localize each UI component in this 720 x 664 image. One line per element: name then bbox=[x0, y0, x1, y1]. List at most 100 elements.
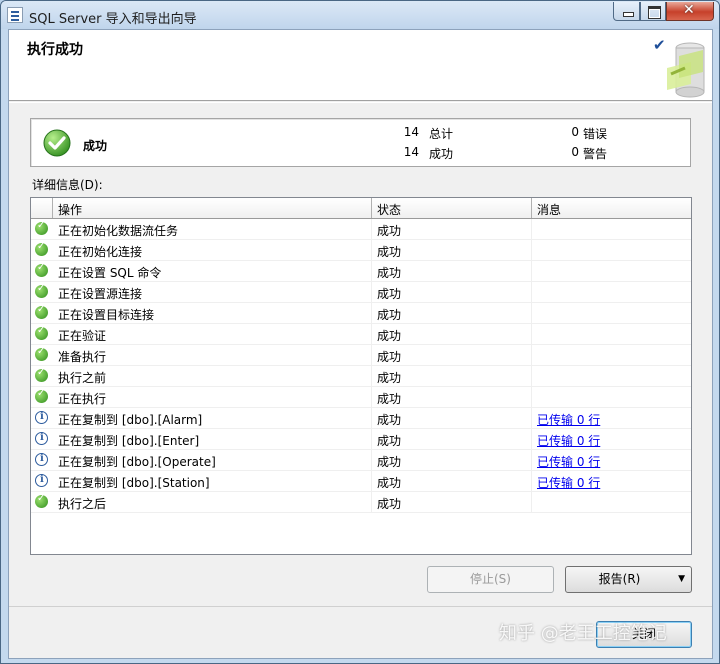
row-status: 成功 bbox=[372, 282, 532, 302]
table-row[interactable]: 正在执行成功 bbox=[31, 387, 691, 408]
row-message-cell bbox=[532, 261, 691, 281]
table-row[interactable]: 正在复制到 [dbo].[Operate]成功已传输 0 行 bbox=[31, 450, 691, 471]
maximize-button[interactable] bbox=[640, 2, 666, 21]
total-label: 总计 bbox=[429, 127, 454, 141]
row-action: 执行之后 bbox=[53, 492, 372, 512]
row-action: 准备执行 bbox=[53, 345, 372, 365]
row-action: 正在复制到 [dbo].[Alarm] bbox=[53, 408, 372, 428]
column-header-action[interactable]: 操作 bbox=[53, 198, 372, 218]
table-row[interactable]: 正在复制到 [dbo].[Alarm]成功已传输 0 行 bbox=[31, 408, 691, 429]
row-icon-cell bbox=[31, 282, 53, 302]
row-icon-cell bbox=[31, 429, 53, 449]
table-row[interactable]: 执行之后成功 bbox=[31, 492, 691, 513]
row-action: 正在设置 SQL 命令 bbox=[53, 261, 372, 281]
row-message-cell bbox=[532, 282, 691, 302]
close-window-button[interactable] bbox=[666, 2, 714, 21]
row-action: 正在复制到 [dbo].[Station] bbox=[53, 471, 372, 491]
footer-separator bbox=[9, 606, 712, 607]
title-bar[interactable]: SQL Server 导入和导出向导 bbox=[1, 1, 719, 29]
row-status: 成功 bbox=[372, 492, 532, 512]
row-icon-cell bbox=[31, 366, 53, 386]
row-icon-cell bbox=[31, 345, 53, 365]
page-title: 执行成功 bbox=[27, 42, 83, 58]
column-header-status[interactable]: 状态 bbox=[372, 198, 532, 218]
row-message-cell bbox=[532, 303, 691, 323]
row-status: 成功 bbox=[372, 408, 532, 428]
window-title: SQL Server 导入和导出向导 bbox=[29, 12, 197, 27]
table-row[interactable]: 正在设置目标连接成功 bbox=[31, 303, 691, 324]
row-icon-cell bbox=[31, 219, 53, 239]
stop-button[interactable]: 停止(S) bbox=[427, 566, 554, 593]
row-status: 成功 bbox=[372, 240, 532, 260]
error-label: 错误 bbox=[583, 127, 608, 141]
table-row[interactable]: 正在初始化连接成功 bbox=[31, 240, 691, 261]
warning-label: 警告 bbox=[583, 147, 608, 161]
row-message-cell: 已传输 0 行 bbox=[532, 471, 691, 491]
success-icon bbox=[35, 262, 48, 277]
row-icon-cell bbox=[31, 408, 53, 428]
success-icon bbox=[35, 283, 48, 298]
success-icon bbox=[35, 493, 48, 508]
stop-button-label: 停止(S) bbox=[470, 572, 511, 586]
row-action: 正在执行 bbox=[53, 387, 372, 407]
table-row[interactable]: 正在设置 SQL 命令成功 bbox=[31, 261, 691, 282]
success-icon bbox=[35, 241, 48, 256]
row-message-cell bbox=[532, 240, 691, 260]
row-action: 正在设置源连接 bbox=[53, 282, 372, 302]
table-row[interactable]: 正在复制到 [dbo].[Station]成功已传输 0 行 bbox=[31, 471, 691, 492]
row-icon-cell bbox=[31, 387, 53, 407]
success-check-icon bbox=[43, 129, 71, 157]
table-row[interactable]: 正在验证成功 bbox=[31, 324, 691, 345]
app-icon bbox=[7, 7, 23, 23]
wizard-logo-icon bbox=[667, 42, 705, 98]
table-row[interactable]: 正在初始化数据流任务成功 bbox=[31, 219, 691, 240]
info-icon bbox=[35, 453, 48, 466]
check-mark-icon: ✔ bbox=[653, 36, 666, 54]
summary-panel: 成功 14 总计 14 成功 0 错误 0 警告 bbox=[30, 118, 691, 167]
watermark: 知乎 @老王工控笔记 bbox=[499, 623, 667, 644]
wizard-window: SQL Server 导入和导出向导 执行成功 ✔ bbox=[0, 0, 720, 664]
column-header-message[interactable]: 消息 bbox=[532, 198, 691, 218]
info-icon bbox=[35, 432, 48, 445]
row-icon-cell bbox=[31, 303, 53, 323]
row-status: 成功 bbox=[372, 387, 532, 407]
report-button-label: 报告(R) bbox=[598, 572, 641, 586]
success-icon bbox=[35, 388, 48, 403]
row-message-cell bbox=[532, 219, 691, 239]
row-message-link[interactable]: 已传输 0 行 bbox=[537, 434, 600, 448]
minimize-button[interactable] bbox=[613, 2, 640, 21]
success-icon bbox=[35, 367, 48, 382]
row-message-cell bbox=[532, 366, 691, 386]
row-message-cell bbox=[532, 324, 691, 344]
success-icon bbox=[35, 325, 48, 340]
row-message-link[interactable]: 已传输 0 行 bbox=[537, 413, 600, 427]
row-message-link[interactable]: 已传输 0 行 bbox=[537, 476, 600, 490]
info-icon bbox=[35, 474, 48, 487]
row-action: 执行之前 bbox=[53, 366, 372, 386]
row-status: 成功 bbox=[372, 429, 532, 449]
row-message-link[interactable]: 已传输 0 行 bbox=[537, 455, 600, 469]
row-status: 成功 bbox=[372, 366, 532, 386]
row-action: 正在设置目标连接 bbox=[53, 303, 372, 323]
row-icon-cell bbox=[31, 324, 53, 344]
column-header-icon[interactable] bbox=[31, 198, 53, 218]
grid-body: 正在初始化数据流任务成功正在初始化连接成功正在设置 SQL 命令成功正在设置源连… bbox=[31, 219, 691, 513]
row-icon-cell bbox=[31, 471, 53, 491]
report-button[interactable]: 报告(R) ▼ bbox=[565, 566, 692, 593]
row-status: 成功 bbox=[372, 450, 532, 470]
details-grid[interactable]: 操作 状态 消息 正在初始化数据流任务成功正在初始化连接成功正在设置 SQL 命… bbox=[30, 197, 692, 555]
grid-header: 操作 状态 消息 bbox=[31, 198, 691, 219]
row-icon-cell bbox=[31, 261, 53, 281]
row-status: 成功 bbox=[372, 303, 532, 323]
row-message-cell bbox=[532, 345, 691, 365]
wizard-client: 执行成功 ✔ 成功 14 总计 14 成功 0 错误 0 警告 详细信息(D):… bbox=[8, 29, 713, 659]
row-status: 成功 bbox=[372, 345, 532, 365]
table-row[interactable]: 正在设置源连接成功 bbox=[31, 282, 691, 303]
dropdown-arrow-icon: ▼ bbox=[678, 574, 685, 584]
row-icon-cell bbox=[31, 450, 53, 470]
table-row[interactable]: 正在复制到 [dbo].[Enter]成功已传输 0 行 bbox=[31, 429, 691, 450]
error-count: 0 bbox=[571, 125, 579, 139]
table-row[interactable]: 准备执行成功 bbox=[31, 345, 691, 366]
table-row[interactable]: 执行之前成功 bbox=[31, 366, 691, 387]
row-status: 成功 bbox=[372, 471, 532, 491]
